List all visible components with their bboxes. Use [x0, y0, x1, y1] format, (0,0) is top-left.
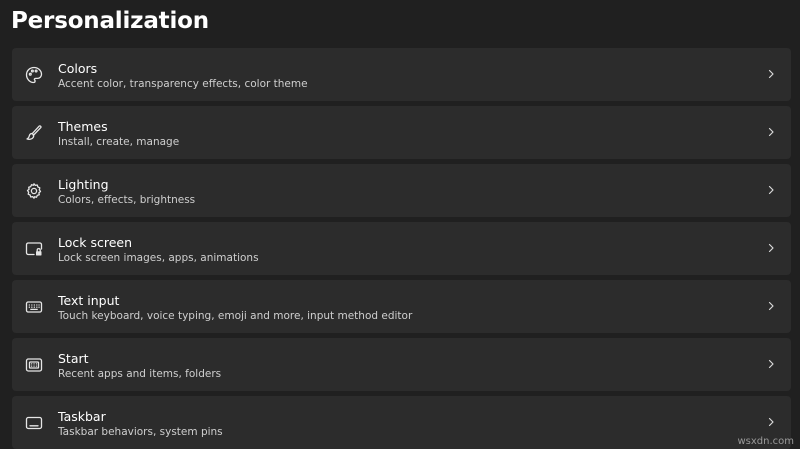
- lock-screen-icon: [24, 239, 44, 259]
- palette-icon: [24, 65, 44, 85]
- settings-item-title: Text input: [58, 293, 120, 308]
- settings-item-subtitle: Recent apps and items, folders: [58, 368, 222, 380]
- settings-item-subtitle: Touch keyboard, voice typing, emoji and …: [58, 310, 413, 322]
- settings-item-subtitle: Colors, effects, brightness: [58, 194, 196, 206]
- keyboard-icon: [24, 297, 44, 317]
- settings-item-taskbar[interactable]: Taskbar Taskbar behaviors, system pins: [12, 396, 791, 449]
- settings-item-lock-screen[interactable]: Lock screen Lock screen images, apps, an…: [12, 222, 791, 275]
- settings-item-title: Start: [58, 351, 89, 366]
- settings-item-title: Colors: [58, 61, 98, 76]
- settings-item-lighting[interactable]: Lighting Colors, effects, brightness: [12, 164, 791, 217]
- chevron-right-icon: [765, 68, 777, 80]
- settings-item-subtitle: Taskbar behaviors, system pins: [58, 426, 223, 438]
- settings-item-subtitle: Lock screen images, apps, animations: [58, 252, 259, 264]
- settings-item-title: Themes: [58, 119, 108, 134]
- settings-item-colors[interactable]: Colors Accent color, transparency effect…: [12, 48, 791, 101]
- settings-item-themes[interactable]: Themes Install, create, manage: [12, 106, 791, 159]
- settings-item-subtitle: Accent color, transparency effects, colo…: [58, 78, 308, 90]
- start-icon: [24, 355, 44, 375]
- settings-item-subtitle: Install, create, manage: [58, 136, 180, 148]
- brush-icon: [24, 123, 44, 143]
- settings-item-title: Taskbar: [58, 409, 106, 424]
- chevron-right-icon: [765, 126, 777, 138]
- settings-item-text-input[interactable]: Text input Touch keyboard, voice typing,…: [12, 280, 791, 333]
- settings-item-start[interactable]: Start Recent apps and items, folders: [12, 338, 791, 391]
- chevron-right-icon: [765, 184, 777, 196]
- page-title: Personalization: [11, 8, 209, 34]
- chevron-right-icon: [765, 300, 777, 312]
- chevron-right-icon: [765, 416, 777, 428]
- settings-item-title: Lighting: [58, 177, 109, 192]
- settings-list: Colors Accent color, transparency effect…: [12, 48, 791, 449]
- watermark: wsxdn.com: [737, 436, 794, 447]
- taskbar-icon: [24, 413, 44, 433]
- gear-icon: [24, 181, 44, 201]
- settings-item-title: Lock screen: [58, 235, 133, 250]
- chevron-right-icon: [765, 358, 777, 370]
- chevron-right-icon: [765, 242, 777, 254]
